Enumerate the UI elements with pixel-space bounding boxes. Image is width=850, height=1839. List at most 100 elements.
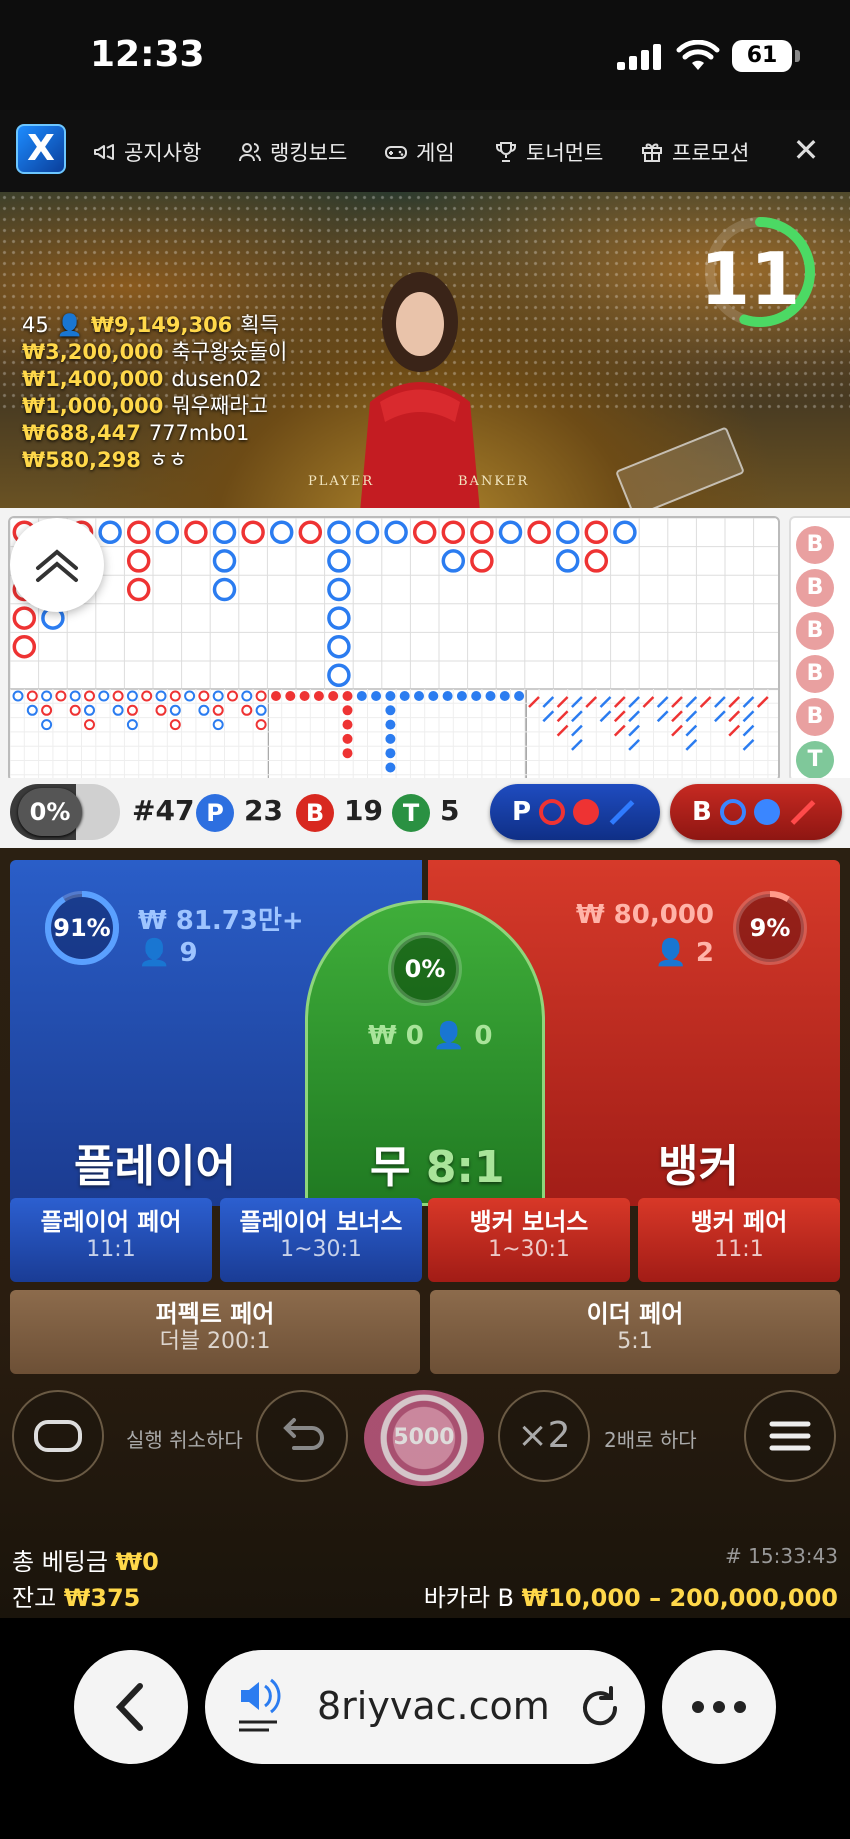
perfect-pair-button[interactable]: 퍼펙트 페어 더블 200:1 [10, 1290, 420, 1374]
cockroach-mark [485, 691, 496, 701]
banker-bead [12, 606, 37, 630]
player-bead [613, 520, 637, 545]
nav-label: 랭킹보드 [270, 141, 348, 165]
ask-player-button[interactable]: P [490, 784, 660, 840]
either-pair-button[interactable]: 이더 페어 5:1 [430, 1290, 840, 1374]
cockroach-mark [356, 691, 367, 701]
slash-road-mark [556, 696, 569, 708]
slash-road-mark [699, 696, 712, 708]
small-road-mark [26, 690, 38, 702]
banker-bettors: 👤 2 [654, 938, 714, 968]
chip-value: 5000 [393, 1425, 455, 1450]
winner-amount: ₩688,447 [22, 421, 141, 445]
slash-road-mark [571, 724, 583, 737]
banker-pair-button[interactable]: 뱅커 페어 11:1 [638, 1198, 840, 1282]
undo-button[interactable] [256, 1390, 348, 1482]
nav-promotion[interactable]: 프로모션 [640, 132, 749, 172]
slash-road-mark [628, 739, 640, 751]
back-button[interactable] [74, 1650, 188, 1764]
percent-value: 0% [18, 788, 82, 836]
winner-row: ₩1,400,000 dusen02 [22, 366, 287, 393]
slash-road-mark [714, 710, 726, 723]
player-bead [355, 520, 380, 545]
small-road-mark [141, 690, 153, 702]
app-logo[interactable]: X [16, 124, 66, 174]
ask-banker-button[interactable]: B [670, 784, 842, 840]
roadmap: BBBBBT [0, 508, 850, 782]
chip-selector[interactable]: 5000 [364, 1390, 484, 1486]
small-road-mark [155, 690, 167, 702]
small-road-mark [241, 704, 253, 716]
menu-button[interactable] [744, 1390, 836, 1482]
small-road-mark [255, 690, 267, 702]
small-road-mark [241, 690, 253, 702]
small-road-mark [41, 690, 53, 702]
more-icon [692, 1701, 746, 1713]
megaphone-icon [94, 144, 114, 160]
nav-game[interactable]: 게임 [384, 132, 455, 172]
more-button[interactable] [662, 1650, 776, 1764]
nav-notice[interactable]: 공지사항 [92, 132, 201, 172]
nav-tournament[interactable]: 토너먼트 [494, 132, 603, 172]
slash-road-mark [671, 724, 683, 737]
clock: 12:33 [90, 34, 205, 75]
cockroach-mark [342, 705, 353, 716]
blue-ring-icon [719, 799, 746, 825]
player-pair-button[interactable]: 플레이어 페어 11:1 [10, 1198, 212, 1282]
small-road-mark [12, 690, 24, 702]
nav-label: 공지사항 [124, 141, 202, 165]
winner-row: ₩3,200,000 축구왕슛돌이 [22, 339, 287, 366]
round-id: # 15:33:43 [725, 1544, 838, 1568]
banker-bead [12, 634, 37, 659]
close-icon[interactable]: ✕ [786, 130, 826, 170]
reload-icon[interactable] [575, 1682, 625, 1732]
nav-ranking[interactable]: 랭킹보드 [238, 132, 347, 172]
cockroach-mark [385, 719, 396, 730]
prediction-badge: B [796, 655, 834, 693]
percent-toggle[interactable]: 0% [10, 784, 120, 840]
tie-badge: T [392, 794, 430, 832]
small-road-mark [84, 704, 95, 716]
winner-suffix: 획득 [240, 313, 279, 337]
table-view-button[interactable] [12, 1390, 104, 1482]
small-road-mark [69, 704, 81, 716]
banker-bonus-button[interactable]: 뱅커 보너스 1~30:1 [428, 1198, 630, 1282]
cockroach-mark [385, 691, 396, 701]
banker-bead [126, 577, 151, 602]
bet-tie-zone[interactable]: 0% ₩ 0 👤 0 무 8:1 [305, 900, 545, 1206]
slash-road-mark [728, 710, 741, 723]
player-bead [327, 663, 351, 688]
small-road-mark [155, 704, 167, 716]
banker-bead [126, 549, 151, 573]
table-label-banker: BANKER [458, 474, 530, 489]
slash-road-mark [714, 696, 726, 708]
cockroach-mark [342, 719, 353, 730]
cockroach-mark [342, 733, 353, 744]
banker-badge: B [296, 794, 334, 832]
small-road-mark [212, 704, 224, 716]
countdown-timer: 11 [700, 237, 801, 321]
prediction-column: BBBBBT [789, 516, 850, 782]
player-bead [327, 606, 351, 630]
slash-road-mark [556, 724, 569, 737]
slash-road-mark [642, 696, 655, 708]
tie-percent: 0% [404, 955, 446, 983]
live-video: PLAYER BANKER 11 45 👤 ₩9,149,306 획득 ₩3,2… [0, 192, 850, 508]
small-road-mark [198, 704, 210, 716]
winners-summary: 45 👤 ₩9,149,306 획득 [22, 312, 287, 339]
banker-bead [126, 520, 151, 545]
slash-road-mark [628, 710, 640, 723]
cockroach-mark [385, 733, 396, 744]
address-bar[interactable]: 8riyvac.com [205, 1650, 645, 1764]
slash-road-mark [742, 724, 755, 737]
player-count: 23 [244, 794, 283, 827]
cockroach-mark [442, 691, 453, 701]
red-dot-icon [573, 799, 600, 825]
stats-bar: 0% #47 P 23 B 19 T 5 P B [0, 778, 850, 848]
player-bonus-button[interactable]: 플레이어 보너스 1~30:1 [220, 1198, 422, 1282]
collapse-button[interactable] [10, 518, 104, 612]
double-button[interactable]: ×2 [498, 1390, 590, 1482]
road-grid[interactable] [8, 516, 780, 782]
slash-road-mark [742, 710, 755, 723]
player-bead [327, 520, 351, 545]
